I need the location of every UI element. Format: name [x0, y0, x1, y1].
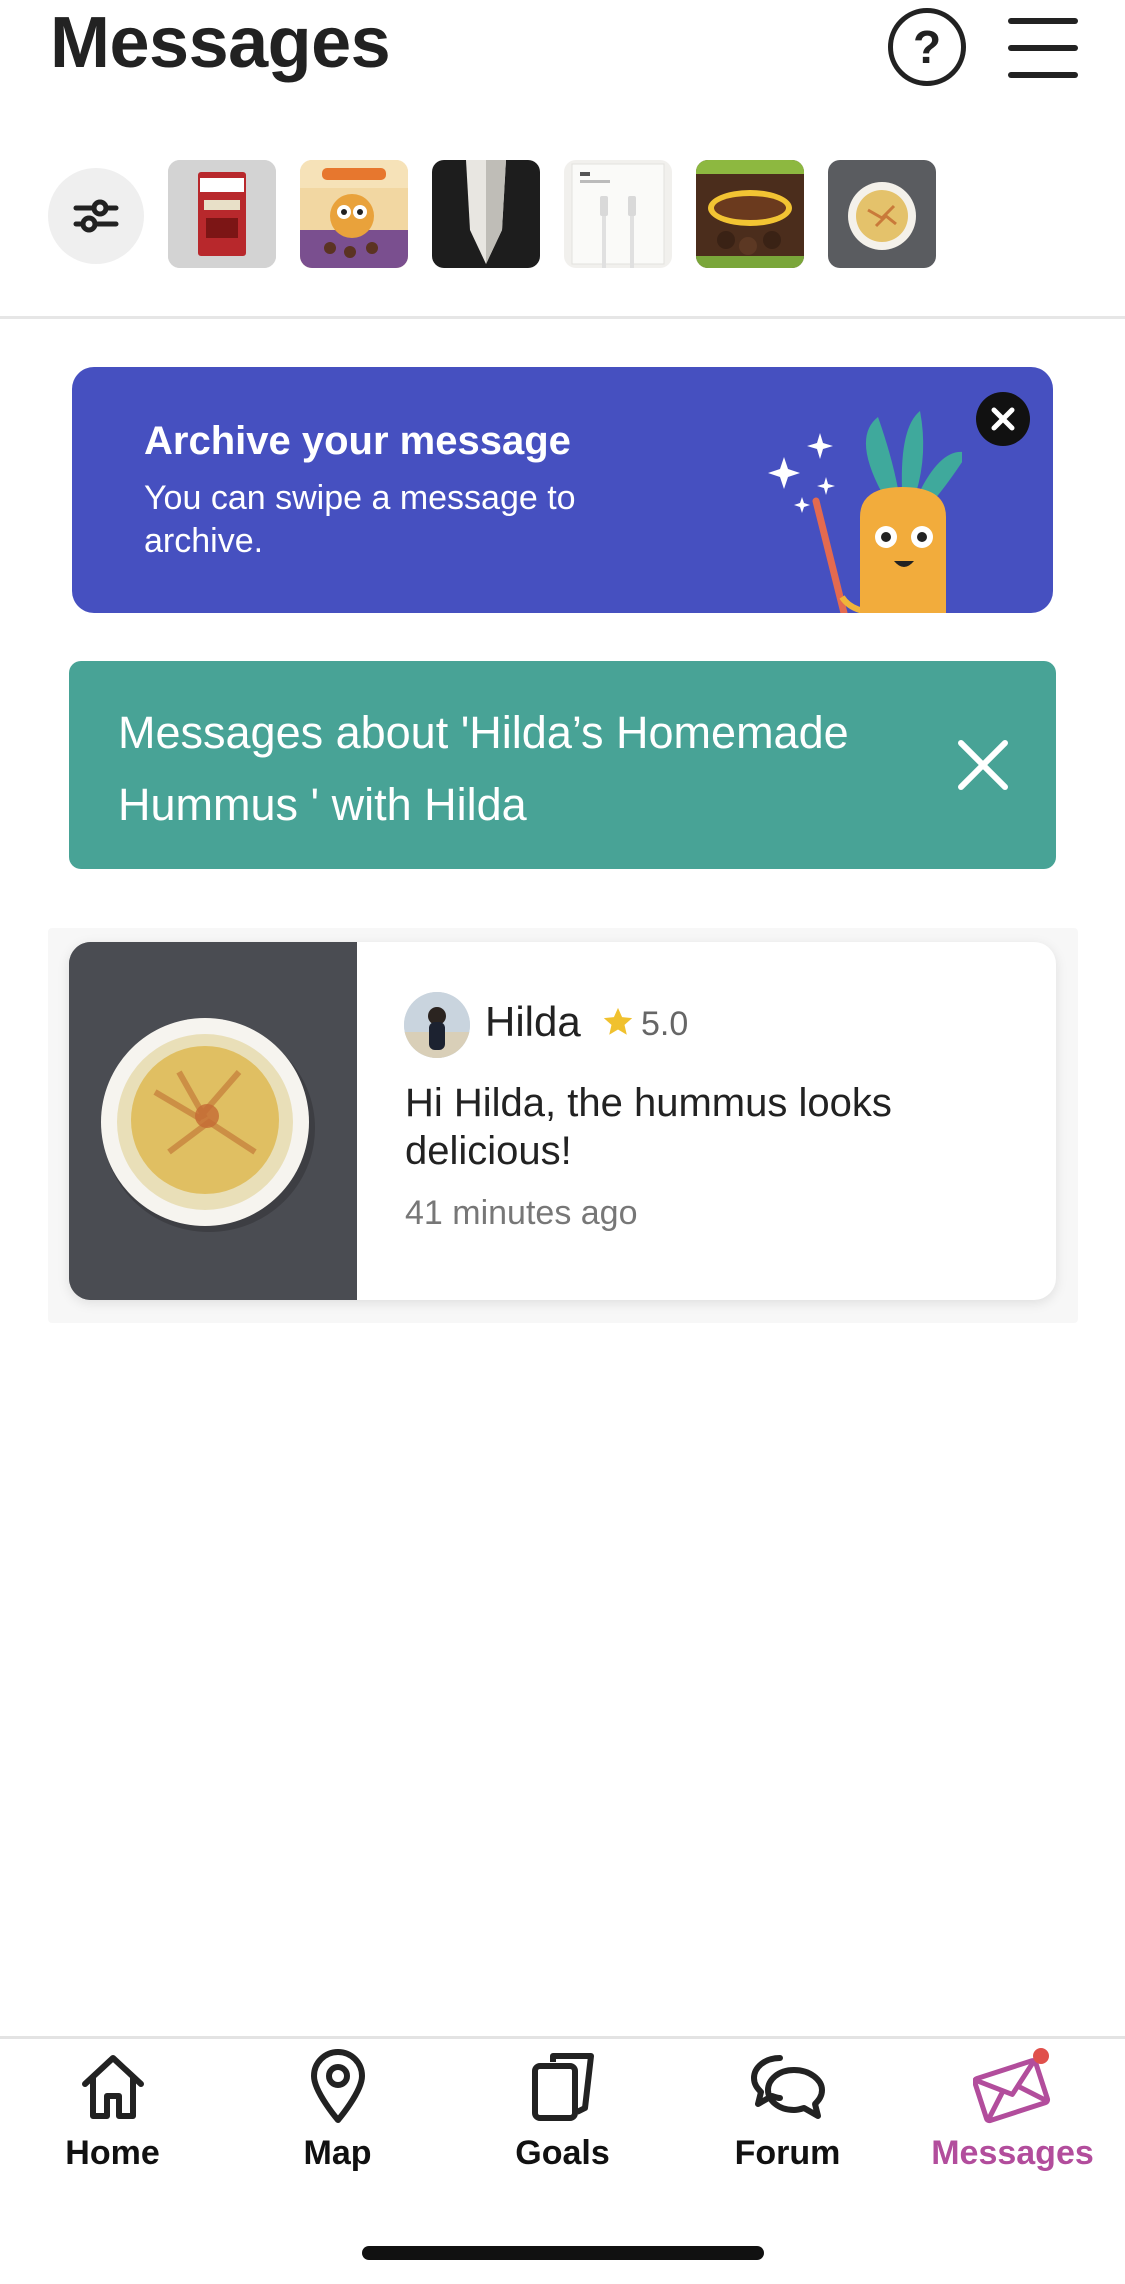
menu-button[interactable]: [1008, 18, 1078, 78]
conversation-item[interactable]: Hilda 5.0 Hi Hilda, the hummus looks del…: [69, 942, 1056, 1300]
envelope-icon: [972, 2048, 1050, 2124]
question-circle-icon: ?: [912, 21, 942, 73]
clear-filter-button[interactable]: [955, 737, 1011, 793]
goals-icon: [531, 2053, 594, 2121]
thumbnail-black-white-item[interactable]: [432, 160, 540, 268]
archive-tip-title: Archive your message: [144, 419, 571, 463]
nav-item-home[interactable]: Home: [0, 2046, 225, 2196]
nav-item-forum[interactable]: Forum: [675, 2046, 900, 2196]
hamburger-menu-icon: [1008, 18, 1078, 24]
conversation-filter-text: Messages about 'Hilda’s Homemade Hummus …: [118, 707, 849, 830]
avatar: [404, 992, 470, 1058]
nav-divider: [0, 2036, 1125, 2039]
page-title: Messages: [50, 3, 391, 83]
listing-image-hummus: [69, 942, 357, 1300]
sender-rating: 5.0: [641, 1005, 689, 1043]
home-icon: [81, 2055, 144, 2119]
nav-item-map[interactable]: Map: [225, 2046, 450, 2196]
notification-dot: [1032, 2048, 1049, 2064]
close-icon: [958, 740, 1008, 790]
archive-tip-banner: Archive your message You can swipe a mes…: [72, 367, 1053, 613]
nav-label-goals: Goals: [515, 2134, 610, 2172]
nav-label-messages: Messages: [931, 2134, 1094, 2172]
conversation-filter-banner: Messages about 'Hilda’s Homemade Hummus …: [69, 661, 1056, 869]
carrot-mascot-icon: [768, 411, 962, 613]
nav-label-map: Map: [303, 2134, 372, 2172]
thumbnail-hummus[interactable]: [828, 160, 936, 268]
nav-item-messages[interactable]: Messages: [900, 2046, 1125, 2196]
nav-item-goals[interactable]: Goals: [450, 2046, 675, 2196]
filter-button[interactable]: [48, 168, 144, 264]
help-button[interactable]: ?: [888, 8, 966, 86]
sliders-icon: [73, 199, 119, 233]
thumbnail-cheeky-pops[interactable]: [300, 160, 408, 268]
header-divider: [0, 316, 1125, 319]
archive-tip-text: You can swipe a message to archive.: [144, 479, 576, 560]
message-timestamp: 41 minutes ago: [405, 1194, 638, 1232]
home-indicator[interactable]: [362, 2246, 764, 2260]
message-preview: Hi Hilda, the hummus looks delicious!: [405, 1081, 892, 1173]
map-pin-icon: [310, 2049, 365, 2123]
forum-icon: [750, 2055, 825, 2119]
thumbnail-koko-krunch[interactable]: [696, 160, 804, 268]
star-icon: [603, 1007, 633, 1035]
nav-label-forum: Forum: [734, 2134, 841, 2172]
archive-tip-close-button[interactable]: [976, 392, 1030, 446]
nav-label-home: Home: [65, 2134, 160, 2172]
thumbnail-usb-c-cable[interactable]: [564, 160, 672, 268]
close-circle-icon: [991, 407, 1015, 431]
sender-name: Hilda: [485, 998, 581, 1045]
thumbnail-ricola[interactable]: [168, 160, 276, 268]
